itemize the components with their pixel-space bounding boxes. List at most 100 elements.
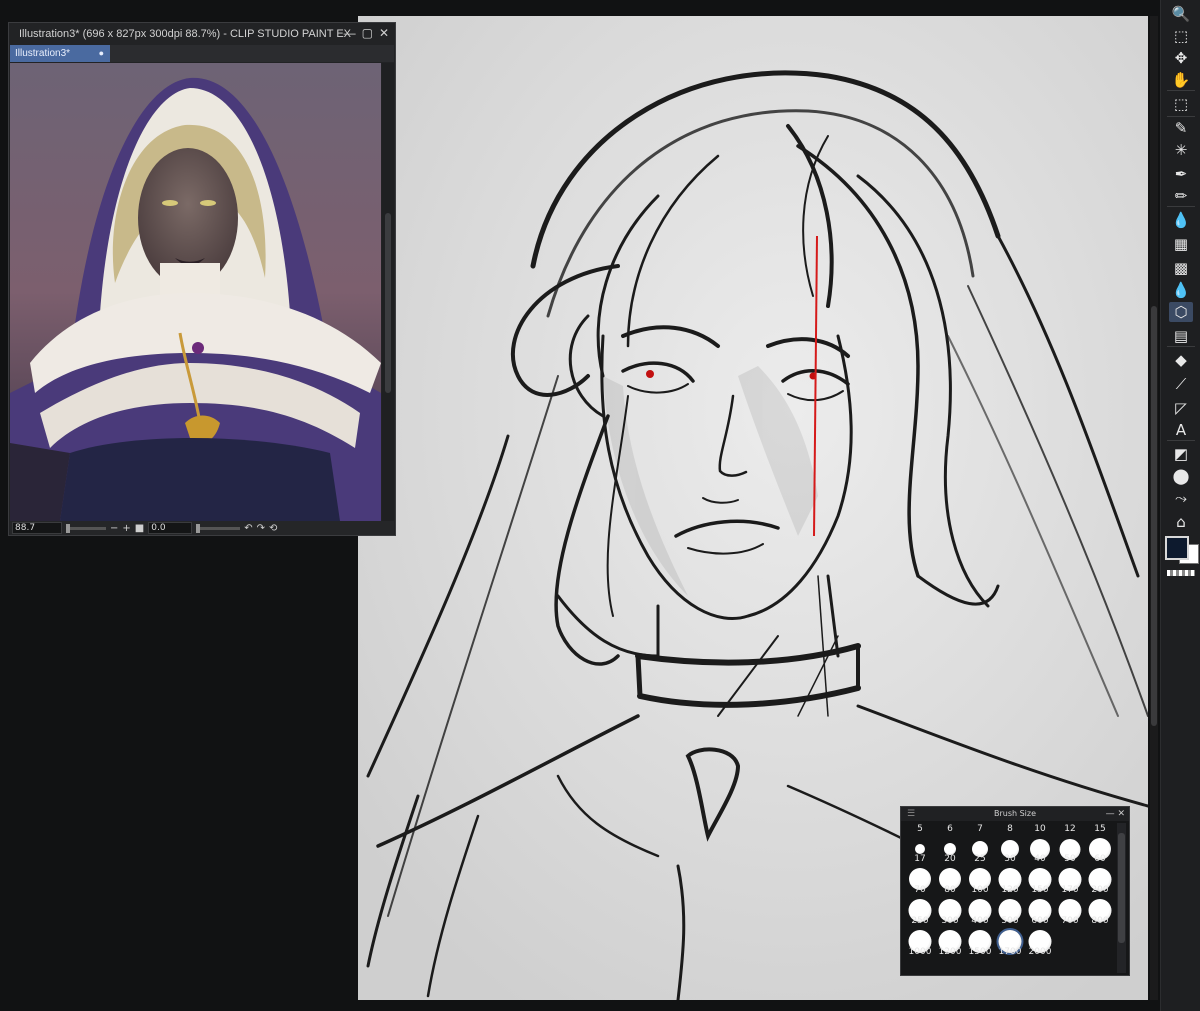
rotate-left-button[interactable]: ↶ (244, 523, 252, 534)
eraser-icon[interactable]: ◆ (1169, 350, 1193, 370)
subview-scrollbar-thumb[interactable] (385, 213, 391, 393)
brush-size-label: 700 (1061, 916, 1079, 926)
fit-button[interactable]: ■ (135, 523, 144, 534)
palette-scrollbar-thumb[interactable] (1118, 833, 1125, 943)
tab-illustration3[interactable]: Illustration3* ● (10, 45, 110, 62)
brush-size-option[interactable]: 120 (995, 866, 1025, 897)
line-correction-icon[interactable]: ◸ (1169, 398, 1193, 418)
tab-label: Illustration3* (15, 48, 71, 59)
rotation-field[interactable]: 0.0 (148, 522, 193, 534)
brush-size-label: 600 (1031, 916, 1049, 926)
brush-size-option[interactable]: 600 (1025, 897, 1055, 928)
brush-size-option[interactable]: 25 (965, 835, 995, 866)
palette-header[interactable]: ☰ Brush Size — ✕ (901, 807, 1129, 821)
brush-size-label: 20 (944, 854, 956, 864)
gradient-icon[interactable]: ◩ (1169, 444, 1193, 464)
brush-size-option[interactable]: 6 (935, 823, 965, 835)
brush-size-option[interactable]: 8 (995, 823, 1025, 835)
brush-size-option[interactable]: 40 (1025, 835, 1055, 866)
window-titlebar[interactable]: Illustration3* (696 x 827px 300dpi 88.7%… (9, 23, 395, 45)
brush-size-option[interactable]: 20 (935, 835, 965, 866)
palette-minimize-button[interactable]: — (1106, 809, 1115, 819)
brush-size-option[interactable]: 60 (1085, 835, 1115, 866)
brush-size-option[interactable]: 50 (1055, 835, 1085, 866)
frame-border-icon[interactable]: ▤ (1169, 326, 1193, 346)
minimize-button[interactable]: — (344, 26, 356, 40)
brush-size-row: 1000 1200 1500 1700 2000 (905, 928, 1115, 959)
zoom-field[interactable]: 88.7 (12, 522, 62, 534)
brush-size-option[interactable]: 10 (1025, 823, 1055, 835)
close-button[interactable]: ✕ (379, 26, 389, 40)
palette-close-button[interactable]: ✕ (1117, 809, 1125, 819)
pencil-icon[interactable]: ✏ (1169, 186, 1193, 206)
brush-size-label: 25 (974, 854, 986, 864)
brush-size-option[interactable]: 30 (995, 835, 1025, 866)
canvas-scrollbar-thumb[interactable] (1151, 306, 1157, 726)
brush-size-dot (915, 844, 925, 854)
brush-size-option[interactable]: 300 (935, 897, 965, 928)
palette-scrollbar[interactable] (1117, 823, 1126, 973)
maximize-button[interactable]: ▢ (362, 26, 373, 40)
airbrush-icon[interactable]: ▦ (1169, 234, 1193, 254)
brush-size-option[interactable]: 500 (995, 897, 1025, 928)
balloon-icon[interactable]: ⌂ (1169, 512, 1193, 532)
brush-size-option[interactable]: 80 (935, 866, 965, 897)
brush-size-option[interactable]: 1000 (905, 928, 935, 959)
brush-size-option[interactable]: 700 (1055, 897, 1085, 928)
canvas-scrollbar[interactable] (1150, 16, 1158, 1000)
brush-size-option[interactable]: 7 (965, 823, 995, 835)
tab-modified-marker[interactable]: ● (99, 45, 104, 62)
brush-icon[interactable]: 💧 (1169, 210, 1193, 230)
text-icon[interactable]: A (1169, 420, 1193, 440)
brush-size-option[interactable]: 250 (905, 897, 935, 928)
brush-size-option[interactable]: 12 (1055, 823, 1085, 835)
brush-size-option[interactable]: 5 (905, 823, 935, 835)
brush-size-label: 30 (1004, 854, 1016, 864)
brush-size-label: 1000 (908, 947, 932, 957)
brush-size-label: 1700 (998, 947, 1022, 957)
move-layer-icon[interactable]: ✥ (1169, 48, 1193, 68)
brush-size-label: 17 (914, 854, 926, 864)
reference-image[interactable] (10, 63, 381, 521)
brush-size-option[interactable]: 400 (965, 897, 995, 928)
brush-size-option[interactable]: 200 (1085, 866, 1115, 897)
hand-icon[interactable]: ✋ (1169, 70, 1193, 90)
pen-icon[interactable]: ✒ (1169, 164, 1193, 184)
zoom-slider[interactable] (66, 523, 106, 533)
decoration-icon[interactable]: ▩ (1169, 258, 1193, 278)
brush-size-option[interactable]: 15 (1085, 823, 1115, 835)
eyedropper-icon[interactable]: ✎ (1169, 118, 1193, 138)
figure-icon[interactable]: ⬡ (1169, 302, 1193, 322)
rotate-right-button[interactable]: ↷ (257, 523, 265, 534)
rotation-slider[interactable] (196, 523, 241, 533)
main-color-swatch[interactable] (1165, 536, 1189, 560)
correct-line-icon[interactable]: ⤳ (1169, 488, 1193, 508)
brush-size-option[interactable]: 170 (1055, 866, 1085, 897)
selection-icon[interactable]: ⬚ (1169, 94, 1193, 114)
ruler-icon[interactable]: ⟋ (1169, 374, 1193, 394)
transparent-color-swatch[interactable] (1167, 570, 1195, 576)
fill-icon[interactable]: ⬤ (1169, 466, 1193, 486)
brush-size-palette[interactable]: ☰ Brush Size — ✕ 5 6 7 8 10 12 15 17 20 25 30 40 50 6… (900, 806, 1130, 976)
reset-rotation-button[interactable]: ⟲ (269, 523, 277, 534)
operation-icon[interactable]: ⬚ (1169, 26, 1193, 46)
brush-size-option[interactable]: 1500 (965, 928, 995, 959)
subview-scrollbar[interactable] (382, 63, 394, 521)
blend-icon[interactable]: 💧 (1169, 280, 1193, 300)
reference-subview-window[interactable]: Illustration3* (696 x 827px 300dpi 88.7%… (8, 22, 396, 536)
brush-size-option[interactable]: 1200 (935, 928, 965, 959)
brush-size-option[interactable]: 1700 (995, 928, 1025, 959)
brush-size-option[interactable]: 2000 (1025, 928, 1055, 959)
brush-size-option[interactable]: 100 (965, 866, 995, 897)
navigator-footer: 88.7 − + ■ 0.0 ↶ ↷ ⟲ (10, 521, 394, 535)
palette-menu-icon[interactable]: ☰ (907, 807, 915, 821)
brush-size-option[interactable]: 150 (1025, 866, 1055, 897)
brush-size-label: 1500 (968, 947, 992, 957)
brush-size-option[interactable]: 70 (905, 866, 935, 897)
brush-size-option[interactable]: 17 (905, 835, 935, 866)
zoom-out-button[interactable]: − (110, 523, 118, 534)
zoom-in-button[interactable]: + (122, 523, 130, 534)
zoom-icon[interactable]: 🔍 (1169, 4, 1193, 24)
auto-select-icon[interactable]: ✳ (1169, 140, 1193, 160)
brush-size-option[interactable]: 800 (1085, 897, 1115, 928)
